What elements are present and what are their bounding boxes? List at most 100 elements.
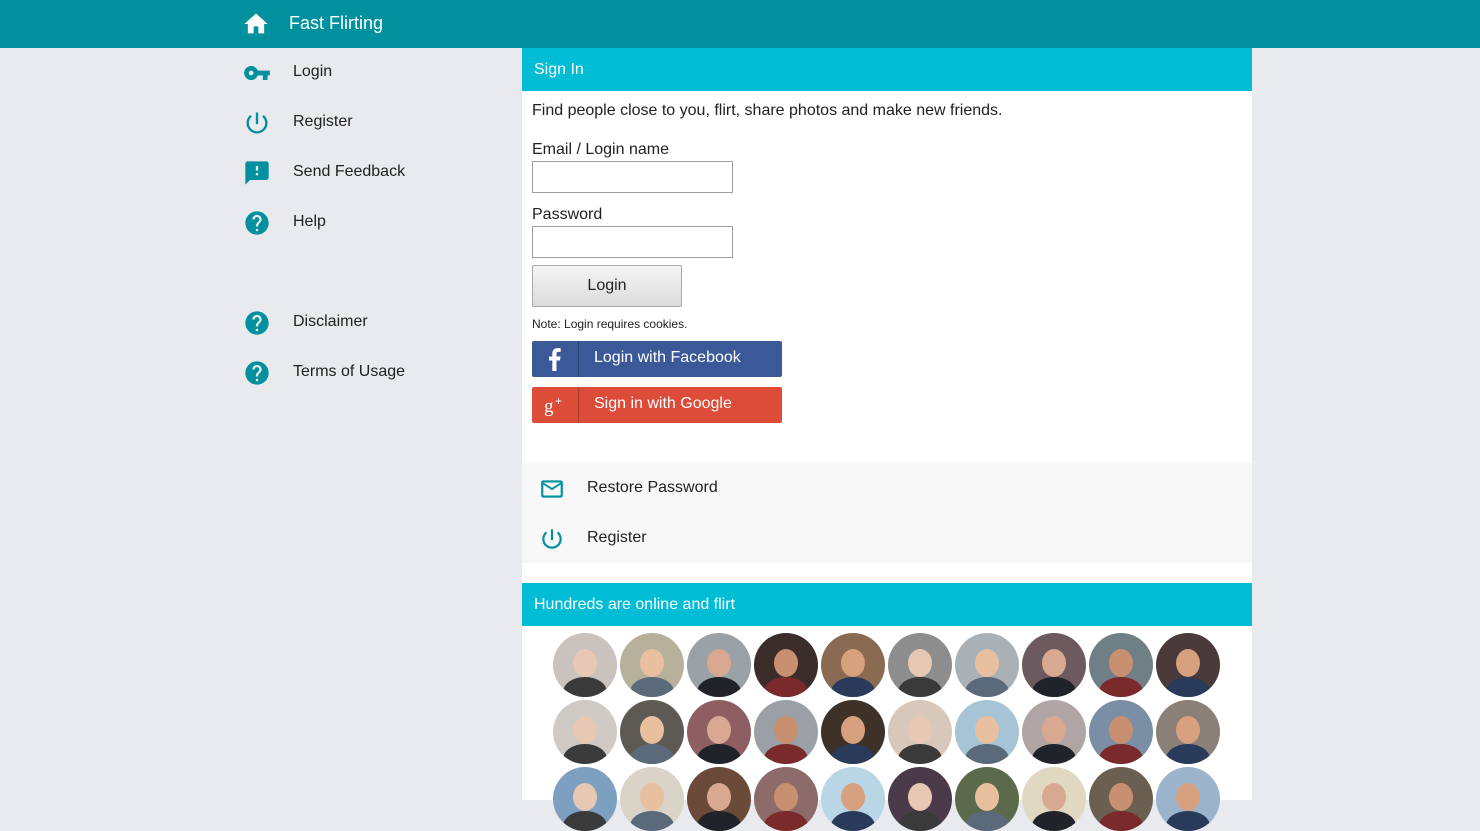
online-avatar[interactable] [888,700,952,764]
sidebar-item-label: Login [293,63,333,80]
online-avatar[interactable] [888,767,952,831]
email-field[interactable] [532,161,733,193]
help-icon [245,311,269,335]
online-avatar[interactable] [1156,633,1220,697]
sidebar-item-disclaimer[interactable]: Disclaimer [242,303,512,343]
mail-icon [541,480,563,498]
avatar-body [1099,744,1143,764]
avatar-body [630,811,674,831]
online-avatar[interactable] [553,633,617,697]
login-button[interactable]: Login [532,265,682,307]
google-signin-button[interactable]: g + Sign in with Google [532,387,782,423]
online-avatar[interactable] [754,700,818,764]
main-content: Sign In Find people close to you, flirt,… [522,48,1252,831]
online-avatar[interactable] [687,633,751,697]
avatar-body [630,744,674,764]
avatar-body [1032,744,1076,764]
facebook-icon [549,341,579,377]
avatar-face [1109,716,1133,744]
avatar-body [764,744,808,764]
online-avatar[interactable] [754,633,818,697]
avatar-body [697,677,741,697]
online-avatar[interactable] [1089,633,1153,697]
online-avatar[interactable] [1022,633,1086,697]
avatar-face [908,649,932,677]
avatar-face [1109,649,1133,677]
feedback-icon [245,161,269,185]
online-avatar[interactable] [754,767,818,831]
online-avatar[interactable] [955,633,1019,697]
google-plus-icon: g + [544,387,579,423]
online-avatar[interactable] [821,633,885,697]
online-avatar[interactable] [620,633,684,697]
avatar-body [898,744,942,764]
sidebar-item-label: Disclaimer [293,313,368,330]
online-avatar[interactable] [821,700,885,764]
help-icon [245,361,269,385]
facebook-login-label: Login with Facebook [594,349,741,366]
online-avatar[interactable] [1156,700,1220,764]
avatar-face [573,783,597,811]
online-avatar[interactable] [687,700,751,764]
online-avatar[interactable] [1089,767,1153,831]
online-avatar[interactable] [687,767,751,831]
avatar-body [898,677,942,697]
avatar-face [975,783,999,811]
avatar-body [965,744,1009,764]
online-avatar[interactable] [888,633,952,697]
facebook-login-button[interactable]: Login with Facebook [532,341,782,377]
online-avatar[interactable] [955,767,1019,831]
avatar-body [1166,744,1210,764]
online-avatar[interactable] [821,767,885,831]
avatar-face [707,783,731,811]
avatar-face [707,649,731,677]
online-avatar[interactable] [553,700,617,764]
sidebar-item-terms-of-usage[interactable]: Terms of Usage [242,353,512,393]
sidebar-item-login[interactable]: Login [242,53,512,93]
online-avatar[interactable] [620,767,684,831]
password-field[interactable] [532,226,733,258]
avatar-body [965,811,1009,831]
online-avatar[interactable] [1022,767,1086,831]
avatar-face [1176,649,1200,677]
register-link[interactable]: Register [522,513,1252,563]
online-avatar[interactable] [1089,700,1153,764]
account-links: Restore Password Register [522,463,1252,563]
avatar-face [640,649,664,677]
signin-intro: Find people close to you, flirt, share p… [532,102,1003,119]
avatar-body [831,811,875,831]
avatar-body [764,677,808,697]
avatar-face [640,716,664,744]
sidebar-item-send-feedback[interactable]: Send Feedback [242,153,512,193]
online-avatar[interactable] [1156,767,1220,831]
sidebar-item-help[interactable]: Help [242,203,512,243]
avatar-body [1099,677,1143,697]
avatar-face [841,649,865,677]
password-label: Password [532,206,603,223]
google-signin-label: Sign in with Google [594,395,732,412]
home-icon[interactable] [242,10,270,38]
avatar-face [841,783,865,811]
avatar-face [1042,783,1066,811]
avatar-face [908,783,932,811]
avatar-face [707,716,731,744]
avatar-face [1176,716,1200,744]
online-avatar[interactable] [1022,700,1086,764]
app-title[interactable]: Fast Flirting [289,13,383,34]
power-icon [542,529,562,549]
avatar-face [573,649,597,677]
online-avatar[interactable] [620,700,684,764]
online-avatar[interactable] [553,767,617,831]
svg-text:g: g [544,396,554,417]
email-label: Email / Login name [532,141,669,158]
top-bar: Fast Flirting [0,0,1480,48]
help-icon [245,211,269,235]
signin-title: Sign In [534,61,584,78]
sidebar-item-register[interactable]: Register [242,103,512,143]
avatar-face [774,783,798,811]
avatar-face [1109,783,1133,811]
online-avatar[interactable] [955,700,1019,764]
restore-password-link[interactable]: Restore Password [522,463,1252,513]
power-icon [246,112,268,134]
avatar-body [1032,677,1076,697]
